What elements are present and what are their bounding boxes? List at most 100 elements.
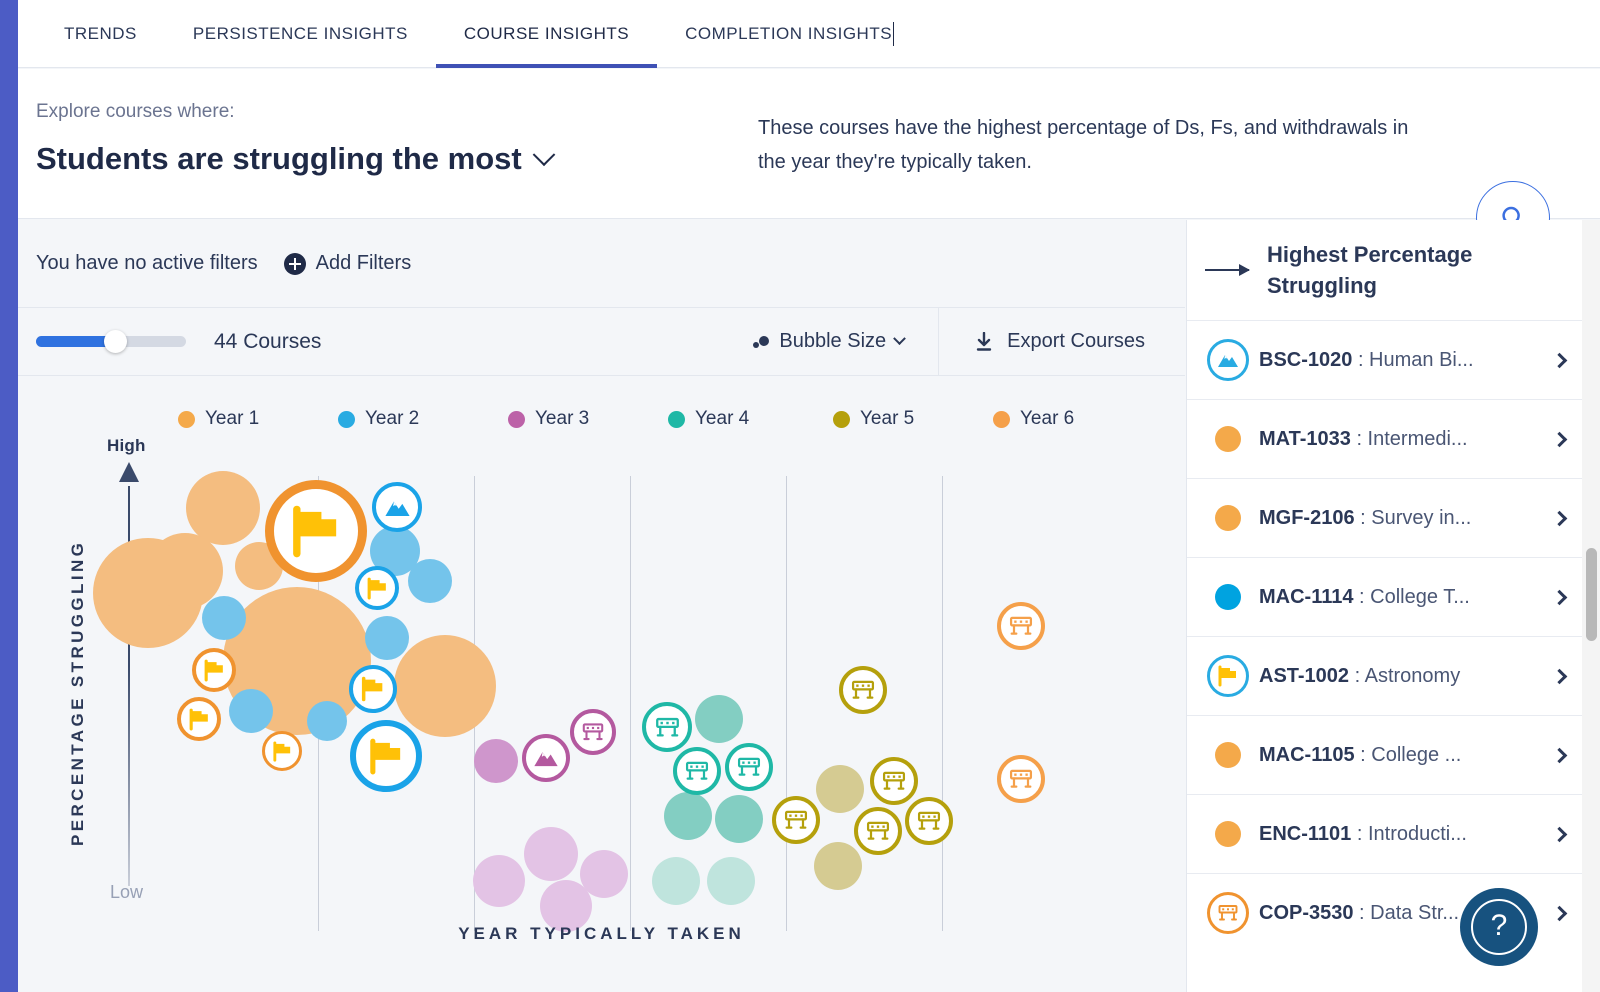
slider-fill [36,335,114,347]
chart-bubble-flagged[interactable] [570,709,616,755]
explore-question-dropdown[interactable]: Students are struggling the most [36,141,556,177]
chart-bubble[interactable] [474,739,518,783]
course-marker-dot [1215,505,1241,531]
course-name: : Survey in... [1354,506,1472,529]
explore-description: These courses have the highest percentag… [758,117,1409,174]
legend-dot-icon [993,410,1010,428]
chevron-right-icon[interactable] [1551,668,1568,684]
tab-course-insights[interactable]: COURSE INSIGHTS [435,0,658,68]
chart-bubble-flagged[interactable] [350,720,422,792]
chart-bubble-flagged[interactable] [839,666,887,714]
course-ranking-sidebar: Highest Percentage Struggling BSC-1020 :… [1186,220,1587,992]
legend-label: Year 1 [205,408,260,429]
tab-persistence-insights[interactable]: PERSISTENCE INSIGHTS [165,0,436,68]
chart-bubble-flagged[interactable] [642,702,692,752]
chart-bubble-flagged[interactable] [522,734,570,782]
mountain-icon [534,752,558,767]
course-list-item[interactable]: BSC-1020 : Human Bi... [1187,320,1587,399]
legend-item-year-4[interactable]: Year 4 [668,408,749,430]
course-list: BSC-1020 : Human Bi... MAT-1033 : Interme… [1187,320,1587,952]
flag-icon [361,676,383,702]
gate-icon [655,717,679,737]
course-code: BSC-1020 [1259,348,1353,371]
page-scrollbar[interactable] [1582,220,1600,992]
tab-trends[interactable]: TRENDS [36,0,165,68]
chart-bubble[interactable] [365,616,409,660]
chart-bubble[interactable] [229,689,273,733]
legend-item-year-1[interactable]: Year 1 [178,408,259,430]
chart-bubble-flagged[interactable] [673,747,721,795]
chevron-right-icon[interactable] [1551,510,1568,526]
course-marker-ring [1207,892,1249,934]
course-list-item[interactable]: ENC-1101 : Introducti... [1187,794,1587,873]
chart-bubble[interactable] [147,533,223,609]
chart-bubble[interactable] [524,827,578,881]
export-courses-button[interactable]: Export Courses [939,330,1185,353]
legend-item-year-5[interactable]: Year 5 [833,408,914,430]
chart-bubble-flagged[interactable] [265,480,367,582]
bubble-size-label: Bubble Size [779,330,887,352]
chart-bubble-flagged[interactable] [772,796,820,844]
legend-item-year-2[interactable]: Year 2 [338,408,419,430]
slider-knob[interactable] [104,329,127,353]
chart-bubble[interactable] [816,765,864,813]
chevron-right-icon[interactable] [1551,905,1568,921]
chevron-right-icon[interactable] [1551,431,1568,447]
legend-item-year-6[interactable]: Year 6 [993,408,1074,430]
chart-bubble-flagged[interactable] [997,602,1045,650]
help-button[interactable]: ? [1460,888,1538,966]
chart-bubble-flagged[interactable] [349,665,397,713]
tab-label: COMPLETION INSIGHTS [685,24,893,43]
chart-bubble-flagged[interactable] [262,731,302,771]
chart-bubble[interactable] [202,596,246,640]
flag-icon [369,738,400,774]
chevron-right-icon[interactable] [1551,747,1568,763]
chart-bubble-flagged[interactable] [997,755,1045,803]
chart-bubble-flagged[interactable] [177,697,221,741]
course-count-slider[interactable] [36,329,186,353]
legend-item-year-3[interactable]: Year 3 [508,408,589,430]
chart-bubble[interactable] [715,795,763,843]
chevron-down-icon [893,332,907,346]
chart-bubble[interactable] [186,471,260,545]
gate-icon [866,821,890,840]
course-name: : College ... [1354,743,1462,766]
chart-bubble-flagged[interactable] [854,807,902,855]
course-list-item[interactable]: MAC-1105 : College ... [1187,715,1587,794]
course-code: MAT-1033 [1259,427,1351,450]
chart-bubble[interactable] [652,857,700,905]
chart-bubble[interactable] [664,792,712,840]
chevron-right-icon[interactable] [1551,589,1568,605]
chart-bubble[interactable] [707,857,755,905]
course-list-item[interactable]: MGF-2106 : Survey in... [1187,478,1587,557]
tab-completion-insights[interactable]: COMPLETION INSIGHTS [657,0,922,68]
explore-question-text: Students are struggling the most [36,141,522,176]
chevron-right-icon[interactable] [1551,352,1568,368]
course-marker [1205,339,1251,381]
chart-bubble-flagged[interactable] [905,797,953,845]
chart-bubble-flagged[interactable] [870,757,918,805]
legend-dot-icon [178,410,195,428]
course-code: MGF-2106 [1259,506,1355,529]
chart-bubble[interactable] [814,842,862,890]
chart-bubble[interactable] [307,701,347,741]
add-filters-button[interactable]: Add Filters [283,252,411,275]
chart-bubble-flagged[interactable] [372,482,422,532]
chart-bubble[interactable] [695,695,743,743]
flag-icon [204,659,223,681]
chart-bubble-flagged[interactable] [725,743,773,791]
chart-bubble[interactable] [408,559,452,603]
chart-bubble-flagged[interactable] [355,566,399,610]
chevron-right-icon[interactable] [1551,826,1568,842]
scrollbar-thumb[interactable] [1586,548,1597,641]
gate-icon [1009,616,1033,635]
chart-bubble[interactable] [473,855,525,907]
chart-bubble[interactable] [394,635,496,737]
chart-bubble[interactable] [580,850,628,898]
course-list-item[interactable]: MAT-1033 : Intermedi... [1187,399,1587,478]
bubble-size-dropdown[interactable]: Bubble Size [752,330,938,353]
chart-bubble-flagged[interactable] [192,648,236,692]
gridline [942,476,944,931]
course-list-item[interactable]: AST-1002 : Astronomy [1187,636,1587,715]
course-list-item[interactable]: MAC-1114 : College T... [1187,557,1587,636]
